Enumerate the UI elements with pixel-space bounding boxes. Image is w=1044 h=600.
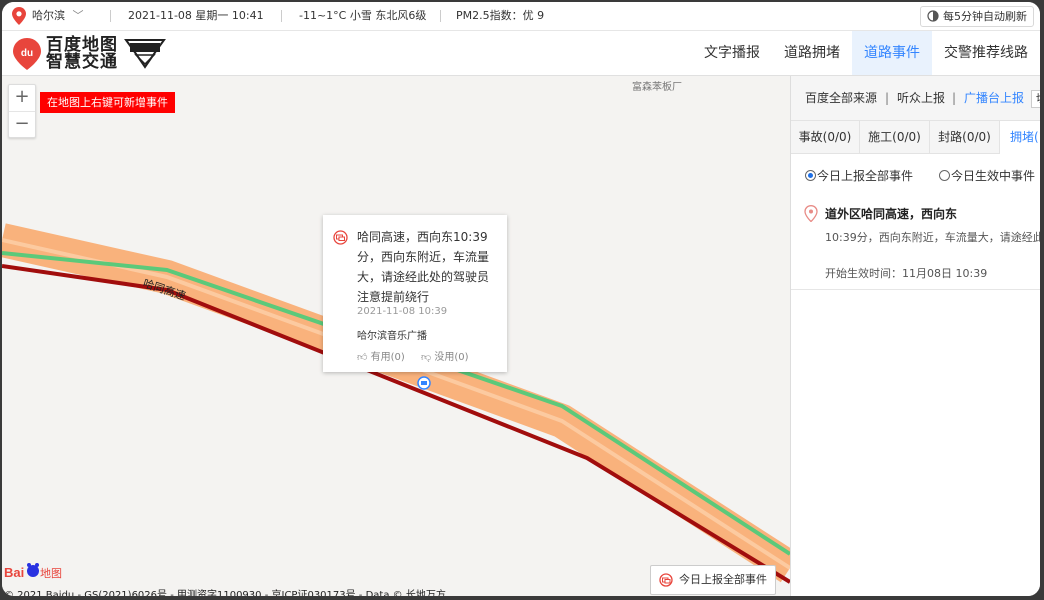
svg-text:地图: 地图 — [40, 567, 62, 580]
useful-button[interactable]: 👍︎ 有用(0) — [357, 348, 405, 363]
event-list-item[interactable]: 道外区哈同高速，西向东 10:39分，西向东附近，车流量大，请途经此 开始生效时… — [791, 193, 1040, 290]
traffic-police-badge-icon — [124, 39, 166, 69]
tab-congestion[interactable]: 拥堵(1 — [1000, 121, 1040, 154]
radio-today-active-label: 今日生效中事件 — [951, 169, 1036, 183]
main-nav: 文字播报 道路拥堵 道路事件 交警推荐线路 — [692, 31, 1040, 75]
zoom-control: + − — [8, 84, 36, 138]
tab-recommended-routes[interactable]: 交警推荐线路 — [932, 31, 1040, 75]
source-broadcast[interactable]: 广播台上报 — [964, 76, 1024, 120]
event-list-icon — [659, 573, 673, 587]
radio-today-active[interactable] — [939, 170, 950, 181]
thumbs-down-icon: 👎︎ — [421, 352, 432, 363]
app-window: 哈尔滨 ﹀ 2021-11-08 星期一 10:41 -11~1°C 小雪 东北… — [2, 2, 1040, 596]
event-description: 10:39分，西向东附近，车流量大，请途经此 — [825, 231, 1040, 244]
svg-text:Bai: Bai — [4, 565, 24, 580]
event-panel: 百度全部来源 | 听众上报 | 广播台上报 切 事故(0/0) 施工(0/0) … — [790, 76, 1040, 596]
map-canvas[interactable]: + − 在地图上右键可新增事件 富森苯板厂 哈同高速 哈同高速，西向东10:39… — [2, 76, 790, 596]
event-marker-icon[interactable] — [417, 376, 431, 390]
status-bar: 哈尔滨 ﹀ 2021-11-08 星期一 10:41 -11~1°C 小雪 东北… — [2, 2, 1040, 31]
event-title: 道外区哈同高速，西向东 — [825, 207, 958, 221]
source-filter: 百度全部来源 | 听众上报 | 广播台上报 切 — [791, 76, 1040, 120]
today-events-button[interactable]: 今日上报全部事件 — [650, 565, 776, 595]
thumbs-up-icon: 👍︎ — [357, 352, 368, 363]
tab-road-events[interactable]: 道路事件 — [852, 31, 932, 75]
congestion-event-icon — [333, 230, 348, 245]
baidu-du-logo-icon: du — [13, 38, 41, 70]
radio-today-all[interactable] — [805, 170, 816, 181]
switch-button[interactable]: 切 — [1031, 90, 1040, 108]
date-filter: 今日上报全部事件 今日生效中事件 — [791, 164, 1040, 188]
event-start-time: 开始生效时间：11月08日 10:39 — [825, 267, 988, 280]
tab-construction[interactable]: 施工(0/0) — [860, 121, 930, 153]
city-selector[interactable]: 哈尔滨 ﹀ — [32, 2, 84, 30]
header: du 百度地图 智慧交通 文字播报 道路拥堵 道路事件 交警推荐线路 — [2, 31, 1040, 76]
baidu-paw-icon: Bai 地图 — [4, 563, 62, 580]
radio-today-all-label: 今日上报全部事件 — [817, 169, 914, 183]
add-event-hint: 在地图上右键可新增事件 — [40, 92, 175, 113]
tab-accident[interactable]: 事故(0/0) — [791, 121, 860, 153]
auto-refresh-label: 每5分钟自动刷新 — [943, 10, 1027, 23]
source-listener[interactable]: 听众上报 — [897, 76, 945, 120]
useless-button[interactable]: 👎︎ 没用(0) — [421, 348, 469, 363]
pm25-index: PM2.5指数：优 9 — [456, 9, 545, 22]
popup-time: 2021-11-08 10:39 — [357, 306, 448, 317]
source-separator: | — [952, 91, 957, 105]
product-logo-text: 百度地图 智慧交通 — [46, 37, 118, 71]
logo-line2: 智慧交通 — [46, 52, 118, 72]
datetime: 2021-11-08 星期一 10:41 — [128, 9, 264, 22]
poi-label: 富森苯板厂 — [632, 82, 682, 93]
event-popup: 哈同高速，西向东10:39分，西向东附近，车流量大，请途经此处的驾驶员注意提前绕… — [323, 215, 507, 372]
useful-label: 有用(0) — [370, 352, 405, 363]
zoom-in-button[interactable]: + — [9, 85, 35, 111]
baidu-map-logo: Bai 地图 — [4, 560, 66, 582]
logo-mark: du — [21, 48, 33, 59]
today-events-label: 今日上报全部事件 — [679, 573, 767, 586]
popup-title: 哈同高速，西向东10:39分，西向东附近，车流量大，请途经此处的驾驶员注意提前绕… — [357, 230, 490, 304]
location-pin-icon — [804, 205, 818, 222]
clock-icon — [927, 10, 939, 22]
map-copyright: © 2021 Baidu - GS(2021)6026号 - 甲测资字11009… — [4, 590, 446, 596]
source-baidu-all[interactable]: 百度全部来源 — [805, 76, 877, 120]
city-name: 哈尔滨 — [32, 9, 65, 22]
auto-refresh-toggle[interactable]: 每5分钟自动刷新 — [920, 6, 1034, 27]
tab-text-broadcast[interactable]: 文字播报 — [692, 31, 772, 75]
category-tabs: 事故(0/0) 施工(0/0) 封路(0/0) 拥堵(1 — [791, 120, 1040, 154]
location-pin-icon — [12, 7, 26, 25]
popup-source: 哈尔滨音乐广播 — [357, 331, 427, 342]
tab-road-congestion[interactable]: 道路拥堵 — [772, 31, 852, 75]
useless-label: 没用(0) — [434, 352, 469, 363]
source-separator: | — [885, 91, 890, 105]
weather: -11~1°C 小雪 东北风6级 — [299, 9, 427, 22]
zoom-out-button[interactable]: − — [9, 111, 35, 138]
tab-road-closure[interactable]: 封路(0/0) — [930, 121, 1000, 153]
chevron-down-icon: ﹀ — [72, 9, 84, 22]
